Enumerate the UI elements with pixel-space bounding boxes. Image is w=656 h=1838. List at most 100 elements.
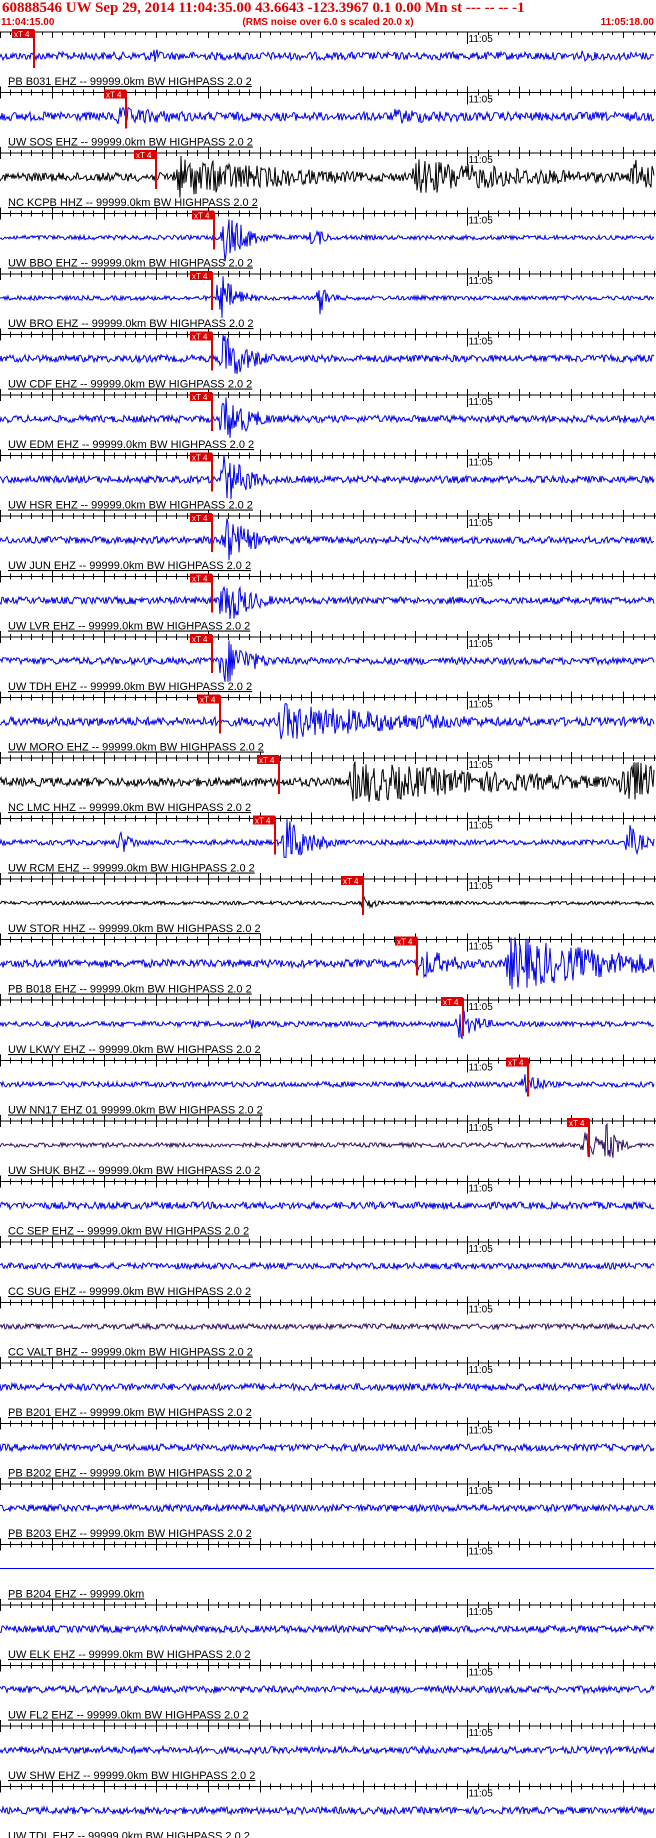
- waveform-trace: [0, 106, 655, 125]
- station-label: UW MORO EHZ -- 99999.0km BW HIGHPASS 2.0…: [8, 742, 264, 754]
- minute-label: 11:05: [469, 1668, 494, 1679]
- station-label: UW BBO EHZ -- 99999.0km BW HIGHPASS 2.0 …: [8, 258, 253, 270]
- minute-label: 11:05: [469, 458, 494, 469]
- station-label: UW SHUK BHZ -- 99999.0km BW HIGHPASS 2.0…: [8, 1165, 260, 1177]
- minute-label: 11:05: [469, 821, 494, 832]
- waveform-trace: [0, 397, 655, 438]
- minute-label: 11:05: [469, 760, 494, 771]
- waveform-trace: [0, 1010, 655, 1040]
- station-label: UW SOS EHZ -- 99999.0km BW HIGHPASS 2.0 …: [8, 137, 253, 149]
- waveform-trace: [0, 1805, 655, 1816]
- station-label: CC VALT BHZ -- 99999.0km BW HIGHPASS 2.0…: [8, 1347, 253, 1359]
- pick-label: xT 4: [192, 514, 208, 523]
- station-label: PB B201 EHZ -- 99999.0km BW HIGHPASS 2.0…: [8, 1407, 252, 1419]
- waveform-trace: [0, 454, 655, 500]
- minute-label: 11:05: [469, 881, 494, 892]
- station-label: UW CDF EHZ -- 99999.0km BW HIGHPASS 2.0 …: [8, 379, 252, 391]
- waveform-trace: [0, 335, 655, 375]
- minute-label: 11:05: [469, 1184, 494, 1195]
- minute-label: 11:05: [469, 276, 494, 287]
- pick-label: xT 4: [192, 635, 208, 644]
- minute-label: 11:05: [469, 1002, 494, 1013]
- station-label: UW LVR EHZ -- 99999.0km BW HIGHPASS 2.0 …: [8, 621, 250, 633]
- minute-label: 11:05: [469, 397, 494, 408]
- waveform-trace: [0, 276, 655, 318]
- waveform-trace: [0, 1122, 655, 1158]
- minute-label: 11:05: [469, 579, 494, 590]
- minute-label: 11:05: [469, 95, 494, 106]
- minute-label: 11:05: [469, 700, 494, 711]
- station-label: UW TDH EHZ -- 99999.0km BW HIGHPASS 2.0 …: [8, 681, 252, 693]
- minute-label: 11:05: [469, 1486, 494, 1497]
- station-label: UW JUN EHZ -- 99999.0km BW HIGHPASS 2.0 …: [8, 560, 251, 572]
- waveform-trace: [0, 1261, 655, 1272]
- station-label: UW LKWY EHZ -- 99999.0km BW HIGHPASS 2.0…: [8, 1044, 261, 1056]
- waveform-trace: [0, 1623, 655, 1635]
- waveform-trace: [0, 1744, 655, 1756]
- waveform-trace: [0, 1381, 655, 1393]
- waveform-trace: [0, 155, 655, 198]
- waveform-trace: [0, 703, 655, 740]
- waveform-trace: [0, 761, 655, 802]
- minute-label: 11:05: [469, 34, 494, 45]
- seismogram-plot: 11:05 xT 4 PB B031 EHZ -- 99999.0km BW HIG…: [0, 29, 656, 1838]
- station-label: UW RCM EHZ -- 99999.0km BW HIGHPASS 2.0 …: [8, 863, 255, 875]
- pick-label: xT 4: [106, 91, 122, 100]
- station-label: UW BRO EHZ -- 99999.0km BW HIGHPASS 2.0 …: [8, 318, 254, 330]
- minute-label: 11:05: [469, 1547, 494, 1558]
- station-label: PB B204 EHZ -- 99999.0km: [8, 1589, 144, 1601]
- minute-label: 11:05: [469, 518, 494, 529]
- waveform-trace: [0, 937, 655, 990]
- waveform-trace: [0, 819, 655, 858]
- pick-label: xT 4: [259, 756, 275, 765]
- station-label: UW STOR HHZ -- 99999.0km BW HIGHPASS 2.0…: [8, 923, 261, 935]
- minute-label: 11:05: [469, 1305, 494, 1316]
- waveform-trace: [0, 1321, 655, 1331]
- minute-label: 11:05: [469, 337, 494, 348]
- pick-label: xT 4: [192, 454, 208, 463]
- waveform-trace: [0, 49, 655, 62]
- minute-label: 11:05: [469, 639, 494, 650]
- waveform-trace: [0, 1200, 655, 1211]
- pick-label: xT 4: [200, 696, 216, 705]
- minute-label: 11:05: [469, 1728, 494, 1739]
- minute-label: 11:05: [469, 1607, 494, 1618]
- minute-label: 11:05: [469, 1063, 494, 1074]
- station-label: UW HSR EHZ -- 99999.0km BW HIGHPASS 2.0 …: [8, 500, 253, 512]
- waveform-trace: [0, 219, 655, 262]
- pick-label: xT 4: [255, 817, 271, 826]
- pick-label: xT 4: [192, 393, 208, 402]
- pick-label: xT 4: [192, 333, 208, 342]
- minute-label: 11:05: [469, 1426, 494, 1437]
- minute-label: 11:05: [469, 942, 494, 953]
- pick-label: xT 4: [14, 30, 30, 39]
- minute-label: 11:05: [469, 216, 494, 227]
- minute-label: 11:05: [469, 1789, 494, 1800]
- waveform-trace: [0, 1684, 655, 1695]
- pick-label: xT 4: [443, 998, 459, 1007]
- pick-label: xT 4: [192, 575, 208, 584]
- station-label: UW NN17 EHZ 01 99999.0km BW HIGHPASS 2.0…: [8, 1105, 263, 1117]
- minute-label: 11:05: [469, 1365, 494, 1376]
- pick-label: xT 4: [192, 272, 208, 281]
- pick-label: xT 4: [343, 877, 359, 886]
- pick-label: xT 4: [194, 212, 210, 221]
- waveform-trace: [0, 585, 655, 619]
- waveform-trace: [0, 1442, 655, 1453]
- minute-label: 11:05: [469, 1123, 494, 1134]
- station-label: PB B018 EHZ -- 99999.0km BW HIGHPASS 2.0…: [8, 984, 252, 996]
- station-label: PB B202 EHZ -- 99999.0km BW HIGHPASS 2.0…: [8, 1468, 252, 1480]
- pick-label: xT 4: [397, 938, 413, 947]
- pick-label: xT 4: [508, 1059, 524, 1068]
- waveform-trace: [0, 1502, 655, 1514]
- waveform-trace: [0, 1074, 655, 1093]
- station-label: NC KCPB HHZ -- 99999.0km BW HIGHPASS 2.0…: [8, 197, 258, 209]
- waveform-trace: [0, 518, 655, 561]
- station-label: UW TDL EHZ -- 99999.0km BW HIGHPASS 2.0 …: [8, 1831, 250, 1838]
- station-label: CC SEP EHZ -- 99999.0km BW HIGHPASS 2.0 …: [8, 1226, 249, 1238]
- station-label: PB B203 EHZ -- 99999.0km BW HIGHPASS 2.0…: [8, 1528, 252, 1540]
- station-label: UW ELK EHZ -- 99999.0km BW HIGHPASS 2.0 …: [8, 1649, 250, 1661]
- station-label: NC LMC HHZ -- 99999.0km BW HIGHPASS 2.0 …: [8, 802, 251, 814]
- pick-label: xT 4: [136, 151, 152, 160]
- station-label: PB B031 EHZ -- 99999.0km BW HIGHPASS 2.0…: [8, 76, 252, 88]
